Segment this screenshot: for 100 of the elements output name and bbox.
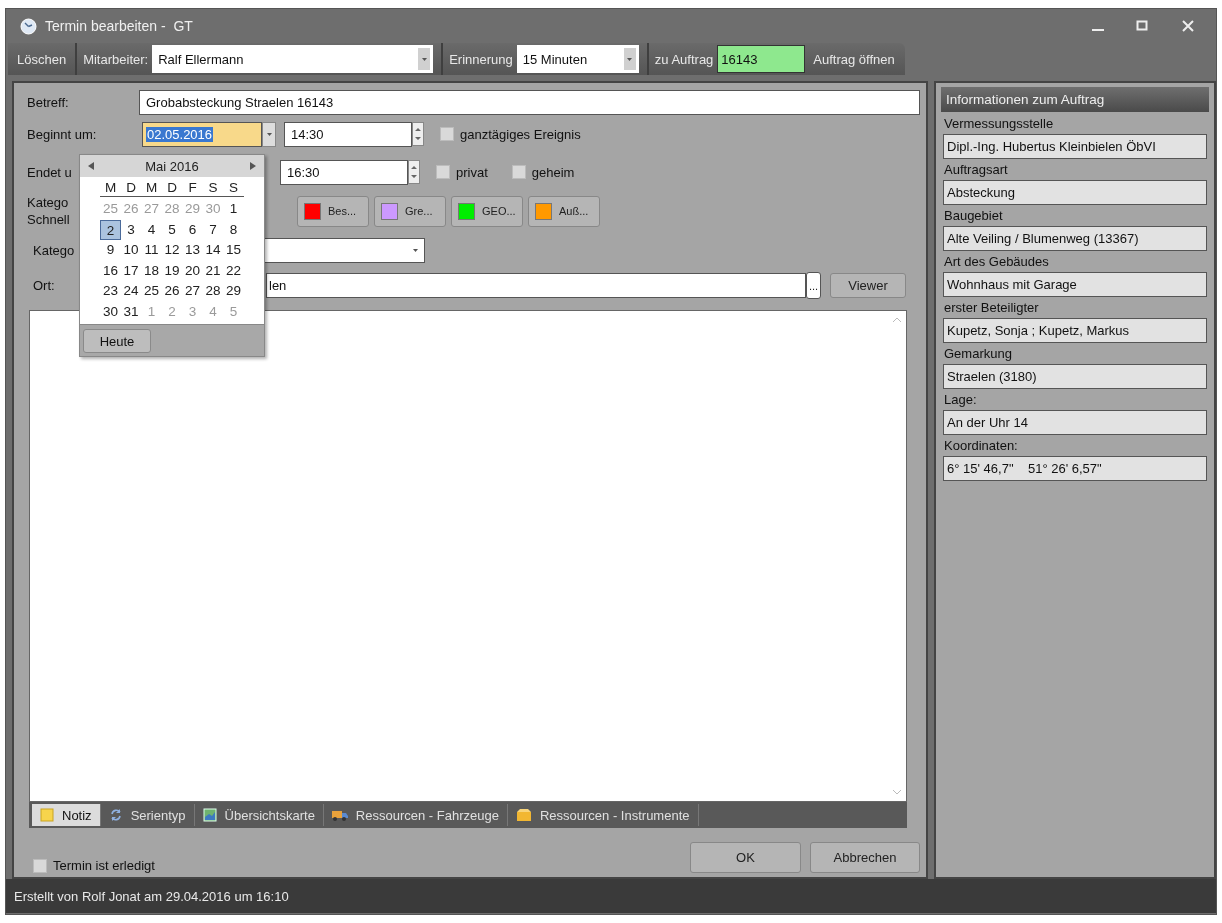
field-value: Absteckung: [943, 180, 1207, 205]
time-spinner[interactable]: [412, 122, 424, 146]
calendar-day[interactable]: 28: [202, 281, 224, 302]
calendar-day[interactable]: 6: [182, 219, 203, 240]
calendar-day[interactable]: 30: [100, 301, 121, 322]
calendar-day[interactable]: 22: [223, 260, 244, 281]
start-date-field[interactable]: 02.05.2016: [142, 121, 262, 147]
dropdown-caret-icon: [412, 248, 418, 252]
tab[interactable]: Übersichtskarte: [194, 804, 324, 826]
note-icon: [40, 808, 54, 822]
calendar-day[interactable]: 25: [141, 281, 162, 302]
calendar-day[interactable]: 8: [223, 219, 244, 240]
calendar-day[interactable]: 21: [202, 260, 224, 281]
calendar-day[interactable]: 18: [141, 260, 162, 281]
truck-icon: [331, 808, 348, 822]
weekday-label: S: [202, 179, 224, 197]
next-month-icon[interactable]: [250, 162, 256, 170]
order-number-field[interactable]: 16143: [717, 45, 806, 73]
field-label: Vermessungsstelle: [943, 115, 1055, 133]
calendar-day[interactable]: 4: [141, 219, 162, 240]
checkbox-label: privat: [456, 164, 488, 180]
quick-category-button[interactable]: Gre...: [374, 195, 446, 227]
field-label: Auftragsart: [943, 161, 1009, 179]
calendar-day[interactable]: 16: [100, 260, 121, 281]
tab[interactable]: Serientyp: [100, 804, 195, 826]
tab[interactable]: Ressourcen - Fahrzeuge: [323, 804, 508, 826]
calendar-day[interactable]: 3: [120, 219, 142, 240]
calendar-day[interactable]: 12: [161, 240, 183, 261]
field-value: Kupetz, Sonja ; Kupetz, Markus: [943, 318, 1207, 343]
calendar-day[interactable]: 15: [223, 240, 244, 261]
calendar-day[interactable]: 9: [100, 240, 121, 261]
calendar-day[interactable]: 5: [161, 219, 183, 240]
close-icon[interactable]: [1180, 18, 1196, 34]
employee-label: Mitarbeiter:: [83, 51, 149, 67]
reminder-dropdown[interactable]: 15 Minuten: [516, 45, 639, 73]
checkbox[interactable]: [511, 165, 526, 179]
tab[interactable]: Ressourcen - Instrumente: [507, 804, 699, 826]
cancel-button[interactable]: Abbrechen: [810, 842, 920, 873]
weekday-label: D: [120, 179, 142, 197]
field-label: Gemarkung: [943, 345, 1013, 363]
calendar-day[interactable]: 1: [223, 199, 244, 220]
calendar-day[interactable]: 26: [161, 281, 183, 302]
today-button[interactable]: Heute: [83, 329, 151, 353]
tab[interactable]: Notiz: [32, 804, 101, 826]
date-dropdown-button[interactable]: [262, 121, 276, 147]
employee-dropdown[interactable]: Ralf Ellermann: [152, 45, 434, 73]
checkbox[interactable]: [33, 858, 47, 873]
quick-label: Schnell: [27, 211, 70, 228]
calendar-day[interactable]: 27: [182, 281, 203, 302]
calendar-day[interactable]: 20: [182, 260, 203, 281]
weekday-label: F: [182, 179, 203, 197]
quick-category-button[interactable]: Auß...: [528, 195, 600, 227]
field-value: Alte Veiling / Blumenweg (13367): [943, 226, 1207, 251]
calendar-day[interactable]: 14: [202, 240, 224, 261]
category-label: Katego: [27, 194, 69, 211]
calendar-day[interactable]: 7: [202, 219, 224, 240]
calendar-day[interactable]: 24: [120, 281, 142, 302]
calendar-day[interactable]: 31: [120, 301, 142, 322]
time-spinner[interactable]: [408, 160, 420, 184]
dropdown-caret-icon: [266, 132, 272, 136]
ok-button[interactable]: OK: [690, 842, 801, 873]
field-value: 6° 15' 46,7" 51° 26' 6,57": [943, 456, 1207, 481]
location-field[interactable]: len: [266, 273, 806, 298]
subject-field[interactable]: Grobabsteckung Straelen 16143: [139, 90, 920, 115]
calendar-day[interactable]: 19: [161, 260, 183, 281]
viewer-button[interactable]: Viewer: [830, 273, 906, 298]
start-time-field[interactable]: 14:30: [284, 121, 412, 147]
checkbox[interactable]: [436, 165, 450, 179]
calendar-day[interactable]: 11: [141, 240, 162, 261]
browse-button[interactable]: ...: [806, 272, 821, 299]
field-label: Koordinaten:: [943, 437, 1019, 455]
dropdown-caret-icon: [421, 57, 427, 61]
field-label: Lage:: [943, 391, 978, 409]
field-value: Straelen (3180): [943, 364, 1207, 389]
end-time-field[interactable]: 16:30: [280, 159, 408, 185]
status-text: Erstellt von Rolf Jonat am 29.04.2016 um 16:10: [14, 888, 289, 904]
end-label: Endet u: [27, 164, 72, 180]
field-label: Art des Gebäudes: [943, 253, 1050, 271]
field-label: erster Beteiligter: [943, 299, 1040, 317]
calendar-day[interactable]: 17: [120, 260, 142, 281]
category-field-label: Katego: [33, 242, 75, 258]
clock-icon: [20, 17, 37, 35]
box-icon: [515, 808, 532, 822]
calendar-day[interactable]: 13: [182, 240, 203, 261]
calendar-day[interactable]: 2: [100, 219, 121, 240]
location-label: Ort:: [33, 278, 55, 293]
open-order-button[interactable]: Auftrag öffnen: [805, 43, 903, 75]
previous-month-icon[interactable]: [88, 162, 94, 170]
quick-category-button[interactable]: GEO...: [451, 195, 523, 227]
checkbox[interactable]: [440, 127, 454, 141]
calendar-day[interactable]: 29: [223, 281, 244, 302]
maximize-icon[interactable]: [1134, 18, 1150, 34]
calendar-day[interactable]: 23: [100, 281, 121, 302]
field-value: Dipl.-Ing. Hubertus Kleinbielen ÖbVI: [943, 134, 1207, 159]
weekday-label: M: [100, 179, 121, 197]
field-value: Wohnhaus mit Garage: [943, 272, 1207, 297]
quick-category-button[interactable]: Bes...: [297, 195, 369, 227]
calendar-day[interactable]: 10: [120, 240, 142, 261]
month-title: Mai 2016: [145, 158, 199, 174]
delete-button[interactable]: Löschen: [8, 43, 78, 75]
